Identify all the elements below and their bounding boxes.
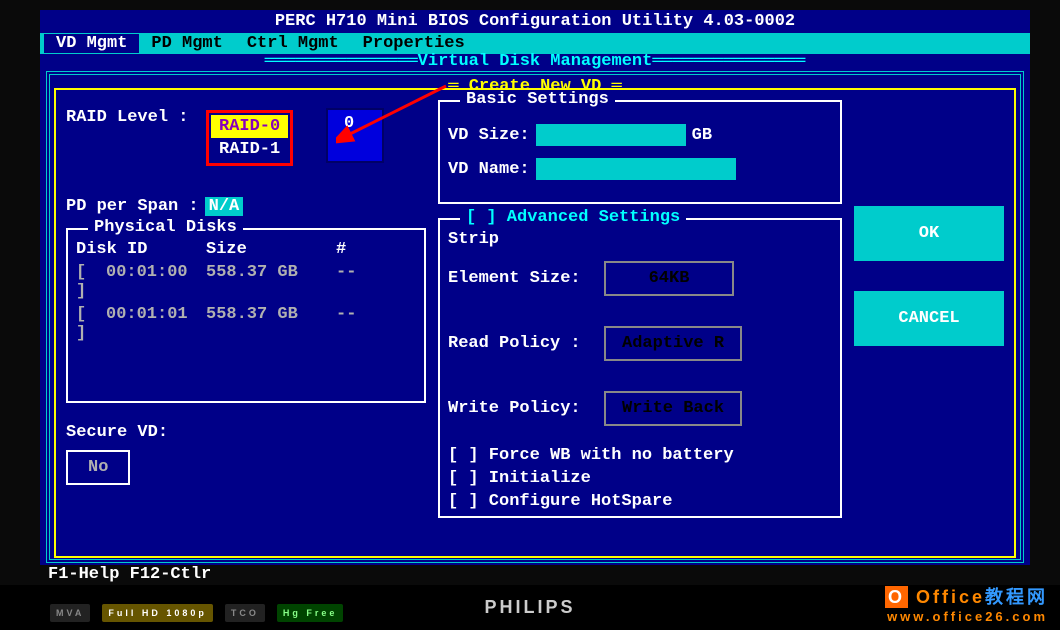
disk-size: 558.37 GB (206, 305, 336, 343)
badge-fullhd: Full HD 1080p (102, 604, 213, 622)
basic-settings-legend: Basic Settings (460, 90, 615, 109)
badge-mva: MVA (50, 604, 90, 622)
pd-per-span-value: N/A (205, 197, 244, 216)
menu-pd-mgmt[interactable]: PD Mgmt (139, 34, 234, 53)
menu-bar: VD Mgmt PD Mgmt Ctrl Mgmt Properties (40, 33, 1030, 54)
monitor-bezel: MVA Full HD 1080p TCO Hg Free PHILIPS O … (0, 585, 1060, 630)
raid-option-1[interactable]: RAID-1 (211, 138, 288, 161)
col-disk-id: Disk ID (76, 240, 206, 259)
advanced-settings-group: [ ] Advanced Settings Strip Element Size… (438, 218, 842, 518)
vd-size-input[interactable] (536, 124, 686, 146)
configure-hotspare-checkbox[interactable]: [ ] Configure HotSpare (448, 492, 832, 511)
disk-row[interactable]: [ ] 00:01:00 558.37 GB -- (76, 263, 416, 301)
disk-checkbox[interactable]: [ ] (76, 305, 106, 343)
disk-num: -- (336, 305, 356, 343)
badge-hgfree: Hg Free (277, 604, 344, 622)
disk-id: 00:01:01 (106, 305, 206, 343)
disk-size: 558.37 GB (206, 263, 336, 301)
raid-level-label: RAID Level : (66, 108, 188, 127)
disk-num: -- (336, 263, 356, 301)
pd-per-span-label: PD per Span : (66, 197, 199, 216)
strip-label-2: Element Size: (448, 269, 598, 288)
read-policy-label: Read Policy : (448, 334, 598, 353)
strip-label-1: Strip (448, 230, 832, 249)
dialog-body: 0 RAID Level : RAID-0 RAID-1 PD per Span… (54, 88, 1016, 558)
cancel-button[interactable]: CANCEL (854, 291, 1004, 346)
disk-id: 00:01:00 (106, 263, 206, 301)
secure-vd-label: Secure VD: (66, 423, 426, 442)
secure-vd-value[interactable]: No (66, 450, 130, 485)
raid-option-0[interactable]: RAID-0 (211, 115, 288, 138)
raid-level-value-behind: 0 (326, 108, 384, 163)
monitor-brand: PHILIPS (484, 597, 575, 618)
advanced-settings-legend[interactable]: [ ] Advanced Settings (460, 208, 686, 227)
vd-size-label: VD Size: (448, 126, 530, 145)
vd-name-label: VD Name: (448, 160, 530, 179)
strip-size-select[interactable]: 64KB (604, 261, 734, 296)
watermark: O Office教程网 www.office26.com (885, 583, 1048, 624)
disk-row[interactable]: [ ] 00:01:01 558.37 GB -- (76, 305, 416, 343)
section-title: ═══════════════Virtual Disk Management══… (40, 52, 1030, 71)
physical-disks-group: Physical Disks Disk ID Size # [ ] 00:01:… (66, 228, 426, 403)
write-policy-label: Write Policy: (448, 399, 598, 418)
vd-size-unit: GB (692, 126, 712, 145)
raid-level-dropdown[interactable]: RAID-0 RAID-1 (206, 110, 293, 166)
physical-disks-legend: Physical Disks (88, 218, 243, 237)
initialize-checkbox[interactable]: [ ] Initialize (448, 469, 832, 488)
help-footer: F1-Help F12-Ctlr (40, 563, 1030, 586)
basic-settings-group: Basic Settings VD Size: GB VD Name: (438, 100, 842, 204)
monitor-badges: MVA Full HD 1080p TCO Hg Free (50, 604, 343, 622)
menu-vd-mgmt[interactable]: VD Mgmt (44, 34, 139, 53)
col-num: # (336, 240, 346, 259)
window-title: PERC H710 Mini BIOS Configuration Utilit… (40, 10, 1030, 33)
force-wb-checkbox[interactable]: [ ] Force WB with no battery (448, 446, 832, 465)
badge-tco: TCO (225, 604, 265, 622)
write-policy-select[interactable]: Write Back (604, 391, 742, 426)
read-policy-select[interactable]: Adaptive R (604, 326, 742, 361)
menu-ctrl-mgmt[interactable]: Ctrl Mgmt (235, 34, 351, 53)
outer-frame: ═ Create New VD ═ 0 RAID Level : (46, 71, 1024, 563)
col-size: Size (206, 240, 336, 259)
disk-checkbox[interactable]: [ ] (76, 263, 106, 301)
vd-name-input[interactable] (536, 158, 736, 180)
menu-properties[interactable]: Properties (351, 34, 477, 53)
ok-button[interactable]: OK (854, 206, 1004, 261)
